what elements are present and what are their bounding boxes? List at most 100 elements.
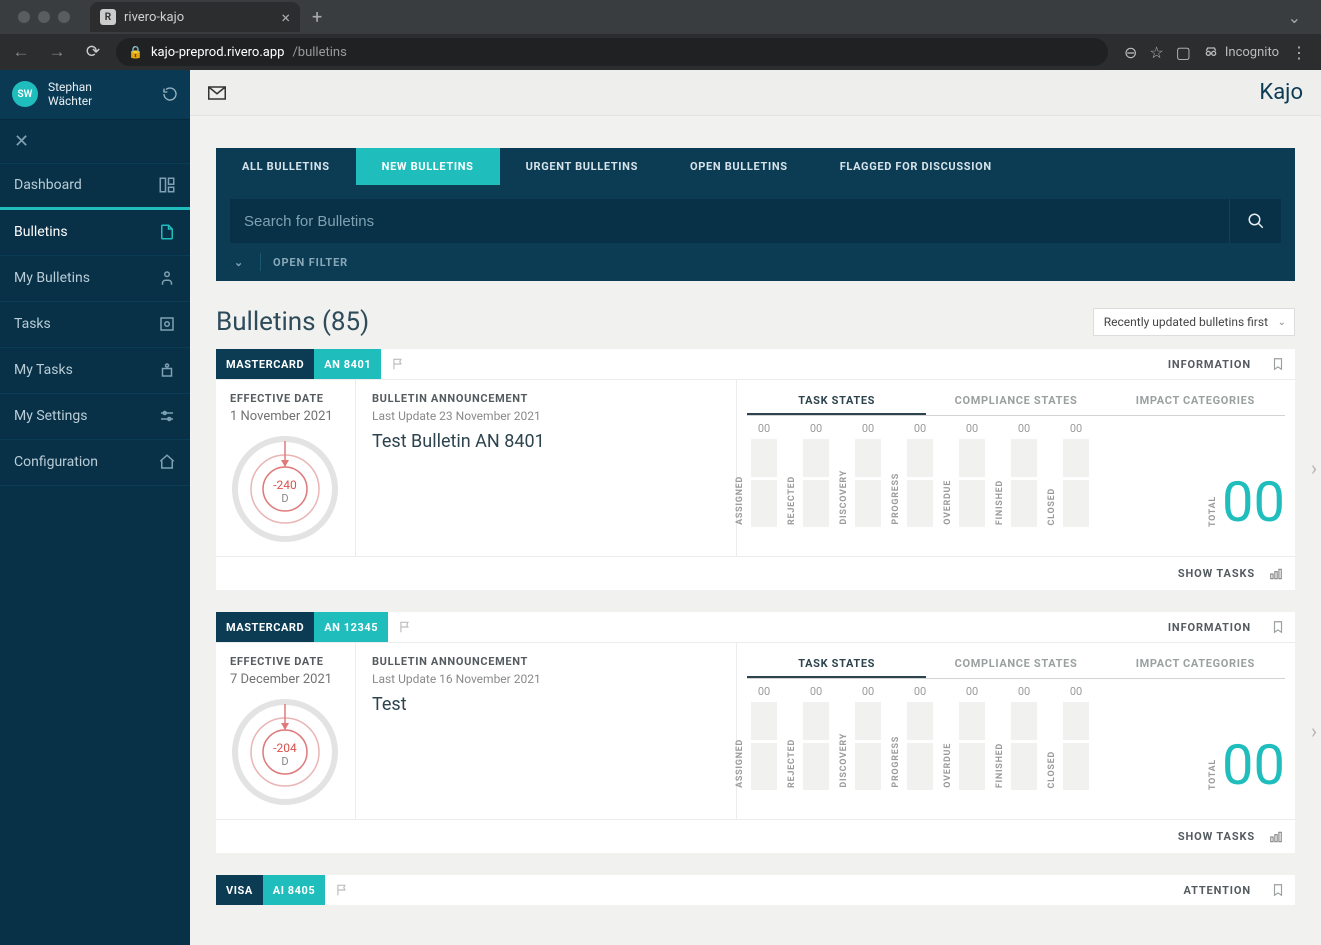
url-path: /bulletins bbox=[292, 45, 346, 60]
total-value: 00 bbox=[1222, 477, 1285, 527]
sidebar-item-my-bulletins[interactable]: My Bulletins bbox=[0, 256, 190, 302]
tab-compliance-states[interactable]: COMPLIANCE STATES bbox=[926, 651, 1105, 678]
sort-select[interactable]: Recently updated bulletins first⌄ bbox=[1093, 308, 1295, 336]
state-count: 00 bbox=[1018, 685, 1030, 698]
bulletin-title: Test bbox=[372, 694, 720, 715]
chevron-down-icon: ⌄ bbox=[1278, 317, 1286, 328]
state-bar bbox=[855, 702, 881, 790]
tab-open-bulletins[interactable]: OPEN BULLETINS bbox=[664, 148, 814, 185]
document-icon bbox=[158, 223, 176, 241]
mail-icon[interactable] bbox=[208, 86, 226, 100]
state-label: REJECTED bbox=[787, 739, 797, 788]
dial-value: -240 bbox=[230, 478, 340, 492]
last-update: Last Update 16 November 2021 bbox=[372, 672, 720, 686]
bookmark-star-icon[interactable]: ☆ bbox=[1149, 43, 1163, 62]
tab-task-states[interactable]: TASK STATES bbox=[747, 651, 926, 678]
tab-compliance-states[interactable]: COMPLIANCE STATES bbox=[926, 388, 1105, 415]
search-wrap bbox=[230, 199, 1281, 243]
show-tasks-button[interactable]: SHOW TASKS bbox=[1178, 567, 1255, 580]
person-icon bbox=[158, 269, 176, 287]
state-label: PROGRESS bbox=[891, 736, 901, 788]
state-count: 00 bbox=[810, 422, 822, 435]
show-tasks-button[interactable]: SHOW TASKS bbox=[1178, 830, 1255, 843]
sidebar-item-tasks[interactable]: Tasks bbox=[0, 302, 190, 348]
bulletin-title: Test Bulletin AN 8401 bbox=[372, 431, 720, 452]
tab-task-states[interactable]: TASK STATES bbox=[747, 388, 926, 415]
bookmark-icon[interactable] bbox=[1261, 619, 1295, 635]
my-tasks-icon bbox=[158, 361, 176, 379]
state-count: 00 bbox=[914, 685, 926, 698]
effective-date-label: EFFECTIVE DATE bbox=[230, 655, 341, 668]
sidebar-item-bulletins[interactable]: Bulletins bbox=[0, 210, 190, 256]
browser-chrome: R rivero-kajo × + ⌄ ← → ⟳ 🔒 kajo-preprod… bbox=[0, 0, 1321, 70]
state-label: FINISHED bbox=[995, 743, 1005, 788]
tab-impact-categories[interactable]: IMPACT CATEGORIES bbox=[1106, 388, 1285, 415]
tab-flagged-bulletins[interactable]: FLAGGED FOR DISCUSSION bbox=[814, 148, 1018, 185]
tab-urgent-bulletins[interactable]: URGENT BULLETINS bbox=[500, 148, 664, 185]
sidebar-item-my-tasks[interactable]: My Tasks bbox=[0, 348, 190, 394]
state-bar bbox=[751, 439, 777, 527]
filter-panel: ALL BULLETINS NEW BULLETINS URGENT BULLE… bbox=[216, 148, 1295, 281]
tab-strip: R rivero-kajo × + ⌄ bbox=[0, 0, 1321, 34]
state-count: 00 bbox=[1070, 685, 1082, 698]
announcement-label: BULLETIN ANNOUNCEMENT bbox=[372, 392, 720, 405]
flag-icon[interactable] bbox=[381, 357, 415, 371]
tab-title: rivero-kajo bbox=[124, 10, 184, 25]
chart-icon[interactable] bbox=[1269, 567, 1283, 581]
browser-tab[interactable]: R rivero-kajo × bbox=[90, 2, 300, 32]
address-bar: ← → ⟳ 🔒 kajo-preprod.rivero.app/bulletin… bbox=[0, 34, 1321, 70]
sidebar-collapse[interactable]: ✕ bbox=[0, 120, 190, 164]
countdown-dial: -240 D bbox=[230, 434, 340, 544]
flag-icon[interactable] bbox=[388, 620, 422, 634]
state-count: 00 bbox=[758, 685, 770, 698]
url-field[interactable]: 🔒 kajo-preprod.rivero.app/bulletins bbox=[116, 38, 1108, 66]
bulletin-card: MASTERCARD AN 8401 INFORMATION EFFECTIVE… bbox=[216, 349, 1295, 590]
sidebar-item-configuration[interactable]: Configuration bbox=[0, 440, 190, 486]
last-update: Last Update 23 November 2021 bbox=[372, 409, 720, 423]
close-tab-icon[interactable]: × bbox=[281, 8, 290, 27]
sidebar-item-my-settings[interactable]: My Settings bbox=[0, 394, 190, 440]
chevron-down-icon[interactable]: ⌄ bbox=[1288, 8, 1313, 27]
avatar: SW bbox=[12, 81, 38, 107]
card-right-label: ATTENTION bbox=[1173, 884, 1261, 897]
state-bar bbox=[751, 702, 777, 790]
bookmark-icon[interactable] bbox=[1261, 882, 1295, 898]
sidebar: SW StephanWächter ✕ Dashboard Bulletins … bbox=[0, 70, 190, 945]
tab-all-bulletins[interactable]: ALL BULLETINS bbox=[216, 148, 356, 185]
state-count: 00 bbox=[966, 685, 978, 698]
forward-button[interactable]: → bbox=[44, 42, 70, 62]
favicon-icon: R bbox=[100, 9, 116, 25]
window-controls[interactable] bbox=[8, 11, 80, 23]
tab-new-bulletins[interactable]: NEW BULLETINS bbox=[356, 148, 500, 185]
sliders-icon bbox=[158, 407, 176, 425]
reload-button[interactable]: ⟳ bbox=[80, 42, 106, 62]
state-label: FINISHED bbox=[995, 480, 1005, 525]
back-button[interactable]: ← bbox=[8, 42, 34, 62]
state-col: ASSIGNED 00 bbox=[747, 685, 781, 790]
chart-icon[interactable] bbox=[1269, 830, 1283, 844]
flag-icon[interactable] bbox=[325, 883, 359, 897]
state-col: REJECTED 00 bbox=[799, 422, 833, 527]
incognito-badge[interactable]: Incognito bbox=[1203, 44, 1279, 60]
open-filter-toggle[interactable]: ⌄ OPEN FILTER bbox=[216, 243, 1295, 281]
sidebar-item-dashboard[interactable]: Dashboard bbox=[0, 164, 190, 210]
zoom-icon[interactable]: ⊖ bbox=[1124, 43, 1137, 62]
state-bar bbox=[803, 439, 829, 527]
bookmark-icon[interactable] bbox=[1261, 356, 1295, 372]
search-input[interactable] bbox=[230, 199, 1229, 243]
search-button[interactable] bbox=[1229, 199, 1281, 243]
user-row[interactable]: SW StephanWächter bbox=[0, 70, 190, 120]
panel-icon[interactable]: ▢ bbox=[1176, 43, 1191, 62]
home-icon bbox=[158, 453, 176, 471]
state-label: DISCOVERY bbox=[839, 733, 849, 788]
tab-impact-categories[interactable]: IMPACT CATEGORIES bbox=[1106, 651, 1285, 678]
state-bar bbox=[907, 702, 933, 790]
browser-menu-icon[interactable]: ⋮ bbox=[1291, 43, 1307, 62]
expand-arrow-icon[interactable]: › bbox=[1311, 719, 1317, 743]
new-tab-button[interactable]: + bbox=[300, 7, 334, 28]
total-label: TOTAL bbox=[1208, 496, 1218, 527]
refresh-icon[interactable] bbox=[162, 86, 178, 102]
state-col: FINISHED 00 bbox=[1007, 685, 1041, 790]
state-col: REJECTED 00 bbox=[799, 685, 833, 790]
expand-arrow-icon[interactable]: › bbox=[1311, 456, 1317, 480]
